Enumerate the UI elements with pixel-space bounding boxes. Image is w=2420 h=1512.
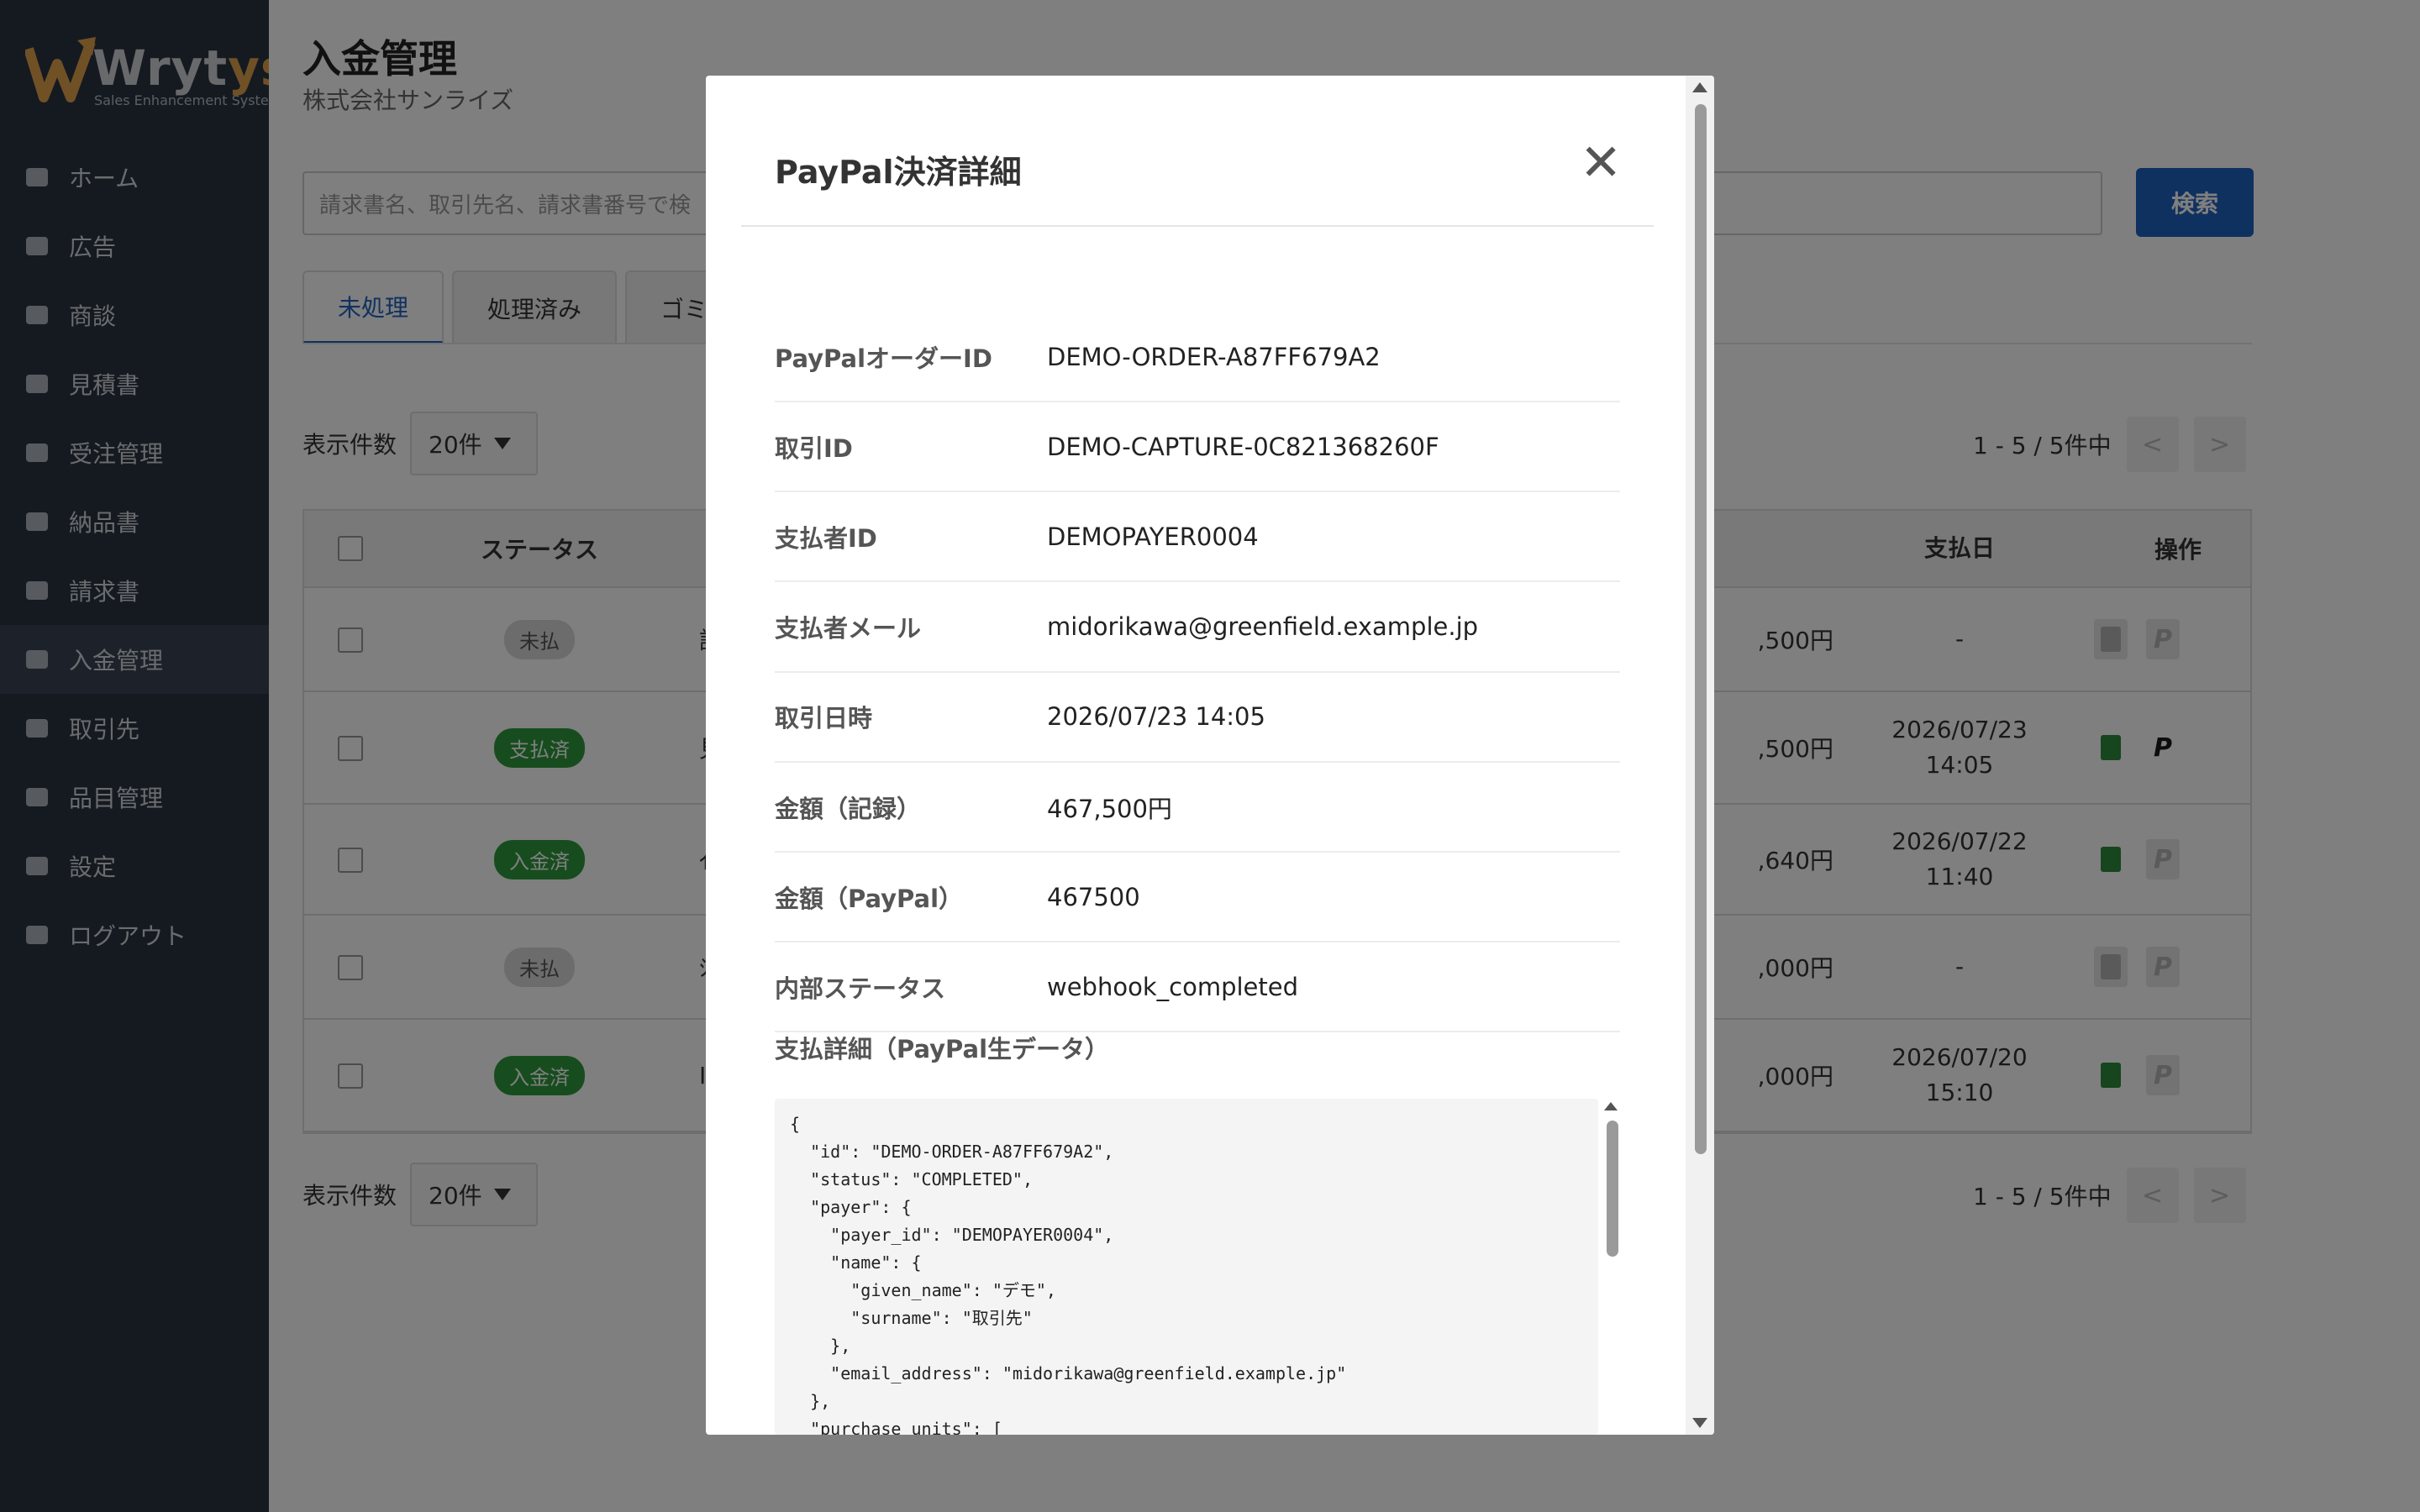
detail-value: 467,500円 bbox=[1047, 794, 1172, 823]
raw-json-text: { "id": "DEMO-ORDER-A87FF679A2", "status… bbox=[790, 1114, 1347, 1435]
detail-label: PayPalオーダーID bbox=[775, 344, 992, 373]
detail-value: DEMO-CAPTURE-0C821368260F bbox=[1047, 432, 1439, 461]
detail-row: 取引日時 2026/07/23 14:05 bbox=[775, 673, 1620, 763]
detail-value: DEMO-ORDER-A87FF679A2 bbox=[1047, 342, 1381, 371]
modal-title: PayPal決済詳細 bbox=[775, 154, 1022, 191]
detail-row: 金額（記録） 467,500円 bbox=[775, 763, 1620, 853]
detail-row: 内部ステータス webhook_completed bbox=[775, 942, 1620, 1033]
detail-label: 取引日時 bbox=[775, 704, 873, 733]
detail-value: 467500 bbox=[1047, 882, 1140, 911]
detail-label: 金額（記録） bbox=[775, 794, 922, 823]
detail-row: 支払者メール midorikawa@greenfield.example.jp bbox=[775, 583, 1620, 673]
modal-divider bbox=[741, 225, 1654, 227]
detail-label: 取引ID bbox=[775, 433, 853, 463]
detail-label: 支払者メール bbox=[775, 614, 922, 643]
detail-row: 支払者ID DEMOPAYER0004 bbox=[775, 492, 1620, 583]
detail-row: PayPalオーダーID DEMO-ORDER-A87FF679A2 bbox=[775, 312, 1620, 402]
close-icon[interactable]: ✕ bbox=[1580, 138, 1622, 188]
detail-value: DEMOPAYER0004 bbox=[1047, 522, 1259, 551]
detail-label: 内部ステータス bbox=[775, 974, 946, 1003]
paypal-detail-modal: PayPal決済詳細 ✕ PayPalオーダーID DEMO-ORDER-A87F… bbox=[706, 76, 1714, 1435]
detail-row: 金額（PayPal） 467500 bbox=[775, 853, 1620, 943]
detail-value: webhook_completed bbox=[1047, 972, 1298, 1001]
modal-scrollbar[interactable] bbox=[1686, 76, 1714, 1435]
detail-value: 2026/07/23 14:05 bbox=[1047, 702, 1265, 732]
detail-row: 取引ID DEMO-CAPTURE-0C821368260F bbox=[775, 402, 1620, 493]
detail-label: 支払者ID bbox=[775, 523, 877, 553]
raw-json-scrollbar[interactable] bbox=[1598, 1099, 1623, 1435]
detail-label: 金額（PayPal） bbox=[775, 884, 964, 913]
raw-json-box[interactable]: { "id": "DEMO-ORDER-A87FF679A2", "status… bbox=[775, 1099, 1598, 1435]
detail-value: midorikawa@greenfield.example.jp bbox=[1047, 612, 1479, 642]
raw-data-title: 支払詳細（PayPal生データ） bbox=[775, 1035, 1110, 1063]
